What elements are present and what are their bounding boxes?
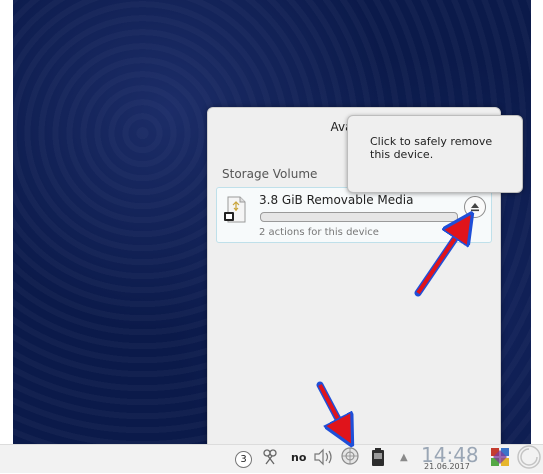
capacity-bar [260, 212, 458, 222]
keyboard-layout-indicator[interactable]: 3 [235, 451, 252, 468]
usb-drive-icon [223, 196, 249, 224]
device-item[interactable]: 3.8 GiB Removable Media 2 actions for th… [216, 187, 492, 243]
expand-tray-icon[interactable]: ▲ [400, 452, 408, 463]
eject-button[interactable] [464, 196, 486, 218]
device-notifier-icon[interactable] [340, 446, 360, 470]
device-actions-text: 2 actions for this device [259, 227, 379, 238]
storage-volume-heading: Storage Volume [222, 167, 318, 181]
clipboard-icon[interactable] [262, 448, 278, 470]
device-name: 3.8 GiB Removable Media [259, 193, 414, 207]
volume-icon[interactable] [313, 448, 335, 470]
eject-icon [469, 198, 481, 217]
app-menu-icon[interactable] [489, 446, 511, 472]
no-label[interactable]: no [291, 451, 306, 464]
eject-tooltip: Click to safely remove this device. [347, 115, 523, 193]
clock-date: 21.06.2017 [424, 462, 470, 471]
battery-icon[interactable] [370, 447, 386, 471]
desktop-toggle-icon[interactable] [516, 444, 542, 474]
tooltip-text: Click to safely remove this device. [370, 135, 493, 161]
